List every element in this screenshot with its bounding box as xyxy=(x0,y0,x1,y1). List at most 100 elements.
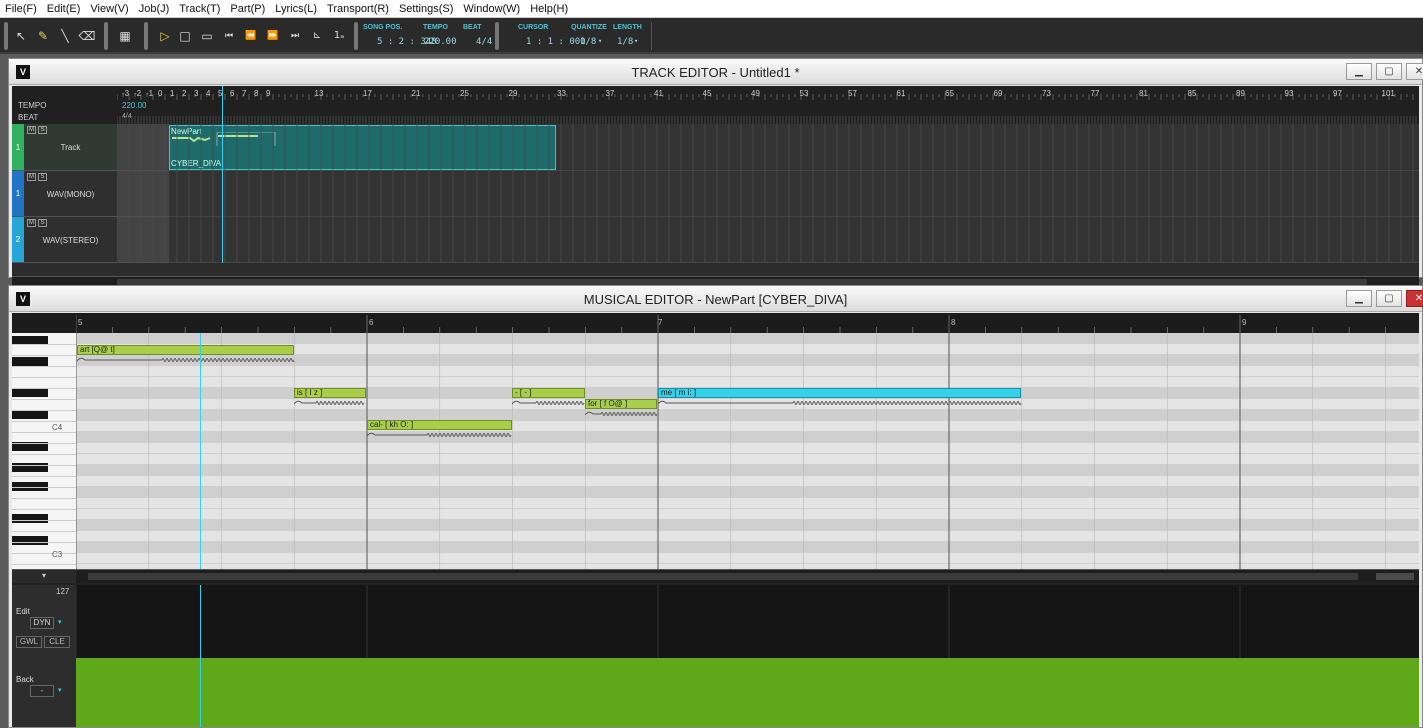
key-divider xyxy=(12,432,76,433)
mute-button[interactable]: M xyxy=(27,126,36,134)
toolbar-separator xyxy=(144,22,148,50)
minimize-button[interactable]: ▁ xyxy=(1346,63,1372,80)
black-key[interactable] xyxy=(12,410,48,419)
length-select[interactable]: 1/8 xyxy=(617,37,633,47)
arrow-tool-icon[interactable]: ↖ xyxy=(12,27,30,45)
mixer-icon[interactable]: ▦ xyxy=(116,27,134,45)
playhead-cursor[interactable] xyxy=(222,86,223,263)
loop-icon[interactable]: ▭ xyxy=(198,27,216,45)
track-editor-titlebar[interactable]: V TRACK EDITOR - Untitled1 * ▁ ▢ ✕ xyxy=(9,59,1423,85)
play-icon[interactable]: ▷ xyxy=(156,27,174,45)
dyn-dropdown-icon[interactable]: ▾ xyxy=(58,618,62,626)
length-label: LENGTH xyxy=(613,24,642,31)
menu-settings[interactable]: Settings(S) xyxy=(394,3,458,15)
mute-button[interactable]: M xyxy=(27,173,36,181)
close-button[interactable]: ✕ xyxy=(1406,290,1423,307)
pencil-tool-icon[interactable]: ✎ xyxy=(34,27,52,45)
ruler-bar-label: 33 xyxy=(557,89,566,98)
length-dropdown-icon[interactable]: ▾ xyxy=(634,37,638,45)
note-selected[interactable]: me [ m i: ] xyxy=(658,388,1021,398)
dynamics-curve-fill[interactable] xyxy=(76,658,1419,727)
control-graph[interactable] xyxy=(76,585,1419,727)
menu-help[interactable]: Help(H) xyxy=(525,3,573,15)
toolbar-grip[interactable] xyxy=(4,22,8,50)
note[interactable]: for [ f O@ ] xyxy=(585,399,657,409)
piano-roll[interactable]: art [Q@ t] is [ I z ] cal- [ kh O: ] - [… xyxy=(76,333,1419,569)
gwl-button[interactable]: GWL xyxy=(16,636,42,648)
beat-value[interactable]: 4/4 xyxy=(476,37,492,47)
black-key[interactable] xyxy=(12,388,48,397)
musical-editor-body: 5 6 7 8 9 C4 C3 art [Q@ t] is [ I z ] ca… xyxy=(12,313,1419,727)
line-tool-icon[interactable]: ╲ xyxy=(56,27,74,45)
playhead-cursor[interactable] xyxy=(200,585,201,727)
menu-transport[interactable]: Transport(R) xyxy=(322,3,394,15)
track-header-3[interactable]: 2 M S WAV(STEREO) xyxy=(12,217,117,263)
cle-button[interactable]: CLE xyxy=(44,636,70,648)
keyboard-scroll-down-icon[interactable]: ▾ xyxy=(12,569,76,583)
marker-icon[interactable]: ⊾ xyxy=(308,27,326,45)
black-key[interactable] xyxy=(12,514,48,523)
menu-job[interactable]: Job(J) xyxy=(134,3,175,15)
bar-ruler[interactable]: 5 6 7 8 9 xyxy=(12,313,1419,333)
solo-button[interactable]: S xyxy=(38,173,47,181)
note[interactable]: cal- [ kh O: ] xyxy=(367,420,512,430)
ruler-bar-label: 77 xyxy=(1091,89,1100,98)
maximize-button[interactable]: ▢ xyxy=(1376,290,1402,307)
ruler-bar-label: 37 xyxy=(606,89,615,98)
quantize-dropdown-icon[interactable]: ▾ xyxy=(598,37,602,45)
close-button[interactable]: ✕ xyxy=(1406,63,1423,80)
key-divider xyxy=(12,564,76,565)
track-ruler[interactable]: TEMPO BEAT 220.00 4/4 -3 -2 -1 0 1 2 3 4 5 6 7 8 9 13… xyxy=(12,86,1419,124)
menu-part[interactable]: Part(P) xyxy=(225,3,270,15)
track-lane-1[interactable]: NewPart CYBER_DIVA xyxy=(117,124,1419,171)
ruler-bar-label: 93 xyxy=(1285,89,1294,98)
menu-lyrics[interactable]: Lyrics(L) xyxy=(270,3,322,15)
ruler-bar-label: 81 xyxy=(1139,89,1148,98)
stop-icon[interactable]: □ xyxy=(176,27,194,45)
playhead-cursor[interactable] xyxy=(200,333,201,569)
menu-edit[interactable]: Edit(E) xyxy=(42,3,86,15)
minimize-button[interactable]: ▁ xyxy=(1346,290,1372,307)
vocal-part[interactable]: NewPart CYBER_DIVA xyxy=(169,125,556,170)
musical-editor-titlebar[interactable]: V MUSICAL EDITOR - NewPart [CYBER_DIVA] … xyxy=(9,286,1423,312)
menu-view[interactable]: View(V) xyxy=(85,3,133,15)
rewind-icon[interactable]: ⏪ xyxy=(242,27,260,45)
tempo-value[interactable]: 220.00 xyxy=(424,37,457,47)
piano-keyboard[interactable]: C4 C3 xyxy=(12,333,76,569)
go-end-icon[interactable]: ⏭ xyxy=(286,27,304,45)
track-lane-3[interactable] xyxy=(117,217,1419,263)
toolbar-separator xyxy=(354,22,358,50)
scroll-thumb[interactable] xyxy=(88,573,1358,580)
note[interactable]: art [Q@ t] xyxy=(77,345,294,355)
track-lane-2[interactable] xyxy=(117,171,1419,217)
track-header-2[interactable]: 1 M S WAV(MONO) xyxy=(12,171,117,217)
note[interactable]: is [ I z ] xyxy=(294,388,366,398)
solo-button[interactable]: S xyxy=(38,126,47,134)
fast-forward-icon[interactable]: ⏩ xyxy=(264,27,282,45)
quantize-select[interactable]: 1/8 xyxy=(580,37,596,47)
menu-track[interactable]: Track(T) xyxy=(174,3,225,15)
ruler-bar-label: -3 xyxy=(122,89,130,98)
mute-button[interactable]: M xyxy=(27,219,36,227)
dyn-select[interactable]: DYN xyxy=(30,617,54,629)
solo-button[interactable]: S xyxy=(38,219,47,227)
ruler-bar-label: 25 xyxy=(460,89,469,98)
black-key[interactable] xyxy=(12,357,48,366)
punch-icon[interactable]: 1ₐ xyxy=(330,27,348,45)
track-header-1[interactable]: 1 M S Track xyxy=(12,124,117,171)
roll-horizontal-scrollbar[interactable] xyxy=(76,569,1419,583)
maximize-button[interactable]: ▢ xyxy=(1376,63,1402,80)
eraser-tool-icon[interactable]: ⌫ xyxy=(78,27,96,45)
menu-file[interactable]: File(F) xyxy=(0,3,42,15)
zoom-slider[interactable] xyxy=(1376,573,1414,580)
note[interactable]: - [ - ] xyxy=(512,388,585,398)
back-select[interactable]: - xyxy=(30,685,54,697)
ruler-bar-label: 101 xyxy=(1382,89,1396,98)
menu-window[interactable]: Window(W) xyxy=(458,3,525,15)
black-key[interactable] xyxy=(12,536,48,545)
ruler-bar-label: 97 xyxy=(1333,89,1342,98)
go-start-icon[interactable]: ⏮ xyxy=(220,27,238,45)
toolbar-separator xyxy=(495,22,499,50)
back-dropdown-icon[interactable]: ▾ xyxy=(58,686,62,694)
key-divider xyxy=(12,509,76,510)
